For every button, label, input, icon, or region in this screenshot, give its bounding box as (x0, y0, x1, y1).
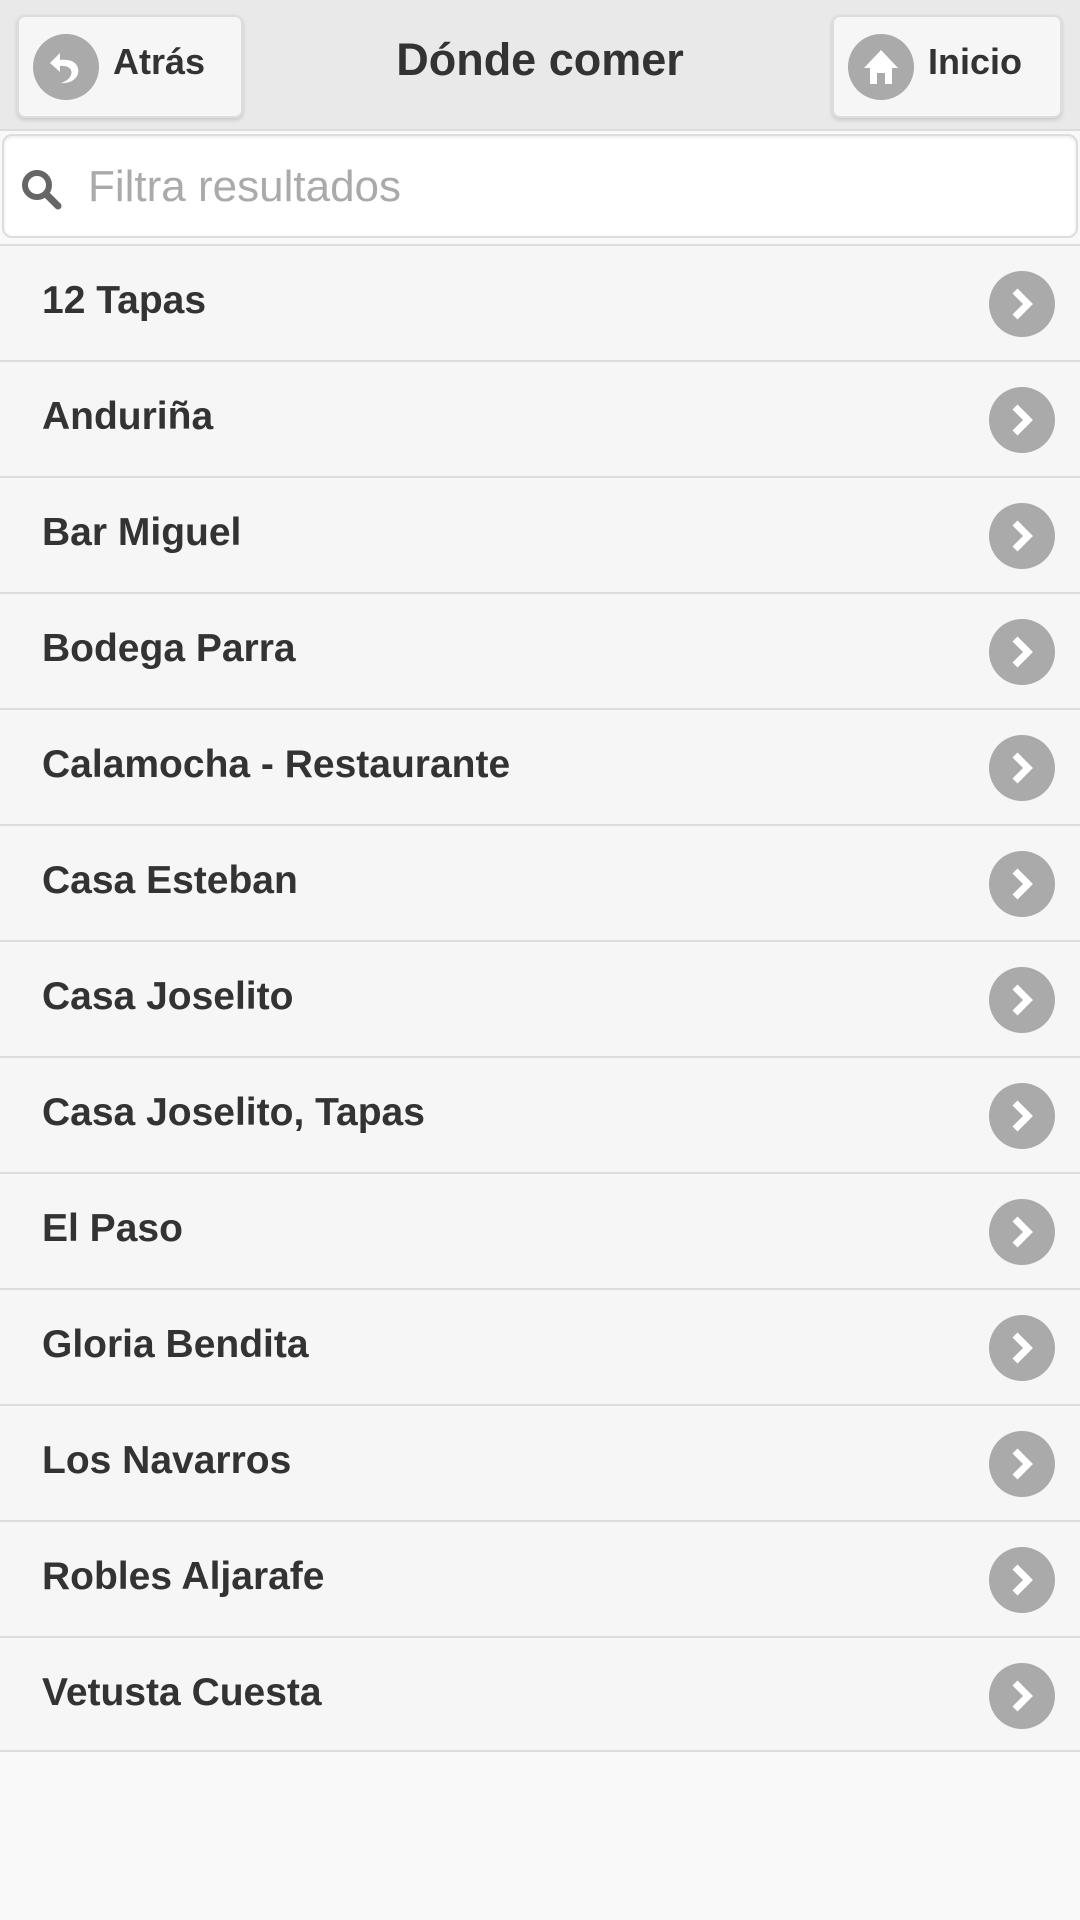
chevron-right-icon (989, 1083, 1055, 1149)
list-item-label: El Paso (42, 1207, 183, 1250)
list-item[interactable]: Bodega Parra (0, 592, 1080, 708)
list-item-label: Casa Esteban (42, 859, 298, 902)
list-item-label: Robles Aljarafe (42, 1555, 325, 1598)
list-item-label: Casa Joselito (42, 975, 294, 1018)
home-button[interactable]: Inicio (832, 15, 1062, 118)
list-item-label: 12 Tapas (42, 279, 207, 322)
chevron-right-icon (989, 967, 1055, 1033)
header-bar: Atrás Dónde comer Inicio (0, 0, 1080, 131)
list-item-label: Casa Joselito, Tapas (42, 1091, 425, 1134)
chevron-right-icon (989, 1663, 1055, 1729)
list-item[interactable]: Casa Joselito, Tapas (0, 1056, 1080, 1172)
list-item-label: Anduriña (42, 395, 214, 438)
search-input[interactable] (88, 154, 1048, 220)
list-item[interactable]: El Paso (0, 1172, 1080, 1288)
chevron-right-icon (989, 851, 1055, 917)
list-item-label: Bar Miguel (42, 511, 242, 554)
chevron-right-icon (989, 387, 1055, 453)
list-item[interactable]: Casa Joselito (0, 940, 1080, 1056)
chevron-right-icon (989, 619, 1055, 685)
search-bar (2, 134, 1078, 238)
chevron-right-icon (989, 503, 1055, 569)
chevron-right-icon (989, 271, 1055, 337)
list-item-label: Gloria Bendita (42, 1323, 309, 1366)
list-item[interactable]: Gloria Bendita (0, 1288, 1080, 1404)
restaurant-list: 12 Tapas Anduriña Bar Miguel Bodega Parr… (0, 244, 1080, 1752)
chevron-right-icon (989, 1199, 1055, 1265)
list-item-label: Calamocha - Restaurante (42, 743, 511, 786)
home-label: Inicio (928, 40, 1023, 82)
list-item[interactable]: Casa Esteban (0, 824, 1080, 940)
list-item[interactable]: Calamocha - Restaurante (0, 708, 1080, 824)
list-item[interactable]: Vetusta Cuesta (0, 1636, 1080, 1752)
list-item[interactable]: Robles Aljarafe (0, 1520, 1080, 1636)
chevron-right-icon (989, 735, 1055, 801)
list-item[interactable]: Bar Miguel (0, 476, 1080, 592)
home-icon (848, 33, 914, 100)
chevron-right-icon (989, 1547, 1055, 1613)
list-item-label: Bodega Parra (42, 627, 296, 670)
chevron-right-icon (989, 1315, 1055, 1381)
list-item[interactable]: 12 Tapas (0, 244, 1080, 360)
list-item[interactable]: Anduriña (0, 360, 1080, 476)
list-item-label: Los Navarros (42, 1439, 292, 1482)
list-item-label: Vetusta Cuesta (42, 1671, 322, 1714)
chevron-right-icon (989, 1431, 1055, 1497)
list-item[interactable]: Los Navarros (0, 1404, 1080, 1520)
search-icon (22, 170, 62, 210)
